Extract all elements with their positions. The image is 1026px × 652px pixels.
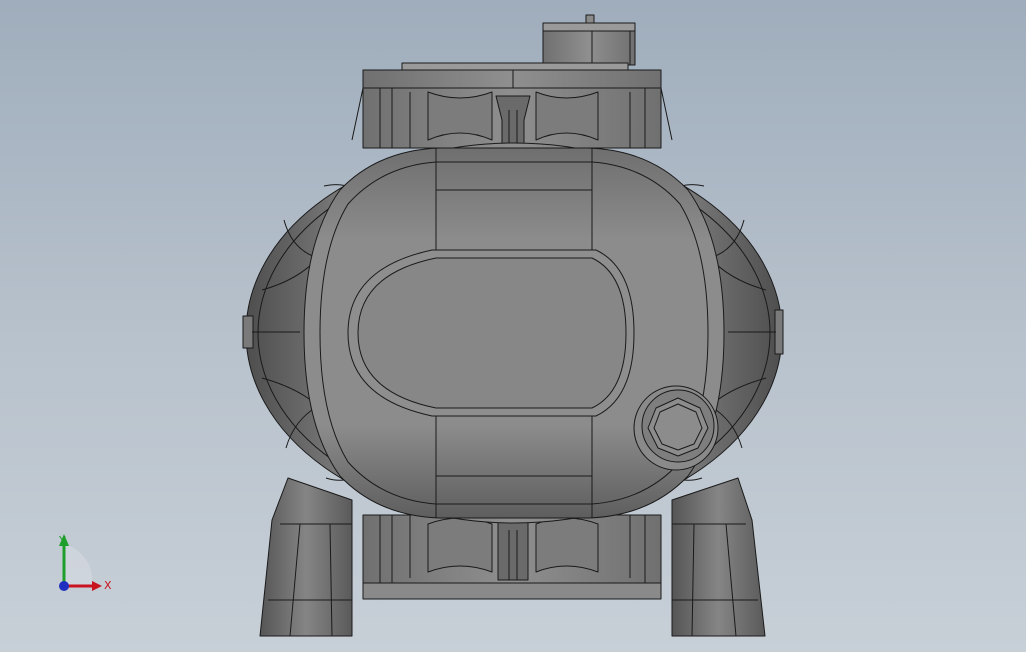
lower-bracket[interactable] [362, 514, 662, 600]
top-flange[interactable] [362, 62, 662, 89]
graphics-viewport[interactable]: Y X [0, 0, 1026, 652]
pump-model[interactable] [0, 0, 1026, 652]
x-axis-arrowhead [92, 581, 102, 591]
left-foot[interactable] [259, 477, 353, 637]
y-axis-label: Y [58, 534, 66, 547]
right-foot[interactable] [671, 477, 766, 637]
view-orientation-triad[interactable]: Y X [44, 528, 124, 598]
z-axis-dot [59, 581, 69, 591]
drain-plug[interactable] [633, 385, 719, 471]
center-panel[interactable] [347, 249, 635, 417]
top-outlet-boss[interactable] [542, 14, 636, 66]
triad-plane-shade [64, 544, 93, 586]
x-axis-label: X [104, 579, 112, 592]
upper-bracket[interactable] [351, 87, 673, 149]
